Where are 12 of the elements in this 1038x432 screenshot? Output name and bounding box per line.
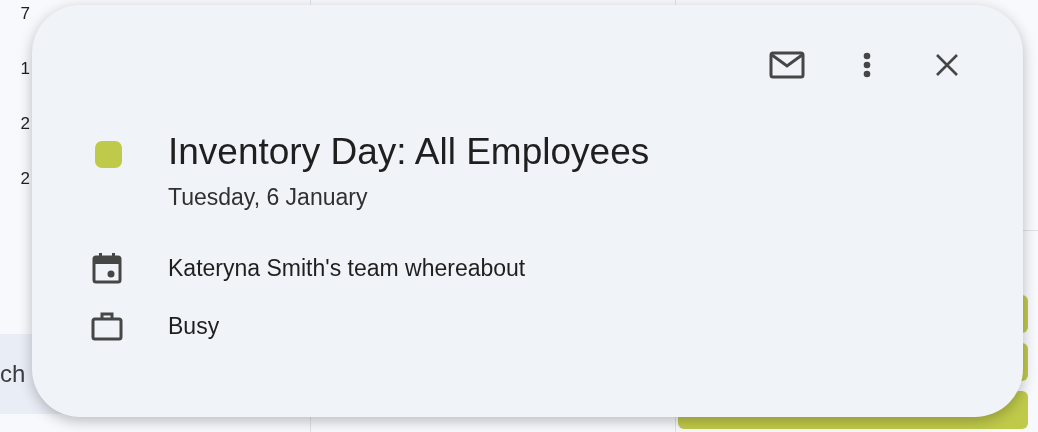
calendar-icon xyxy=(90,251,124,285)
event-title: Inventory Day: All Employees xyxy=(168,130,650,174)
event-date: Tuesday, 6 January xyxy=(168,183,369,212)
detail-text: Busy xyxy=(168,312,220,341)
detail-text: Kateryna Smith's team whereabout xyxy=(168,254,526,283)
more-icon xyxy=(863,52,871,78)
close-icon xyxy=(935,53,959,77)
hour-label: 7 xyxy=(20,4,30,23)
mail-icon xyxy=(769,51,805,79)
hour-label: 1 xyxy=(20,59,30,78)
hour-label: 2 xyxy=(20,114,30,133)
hour-label: 2 xyxy=(20,169,30,188)
